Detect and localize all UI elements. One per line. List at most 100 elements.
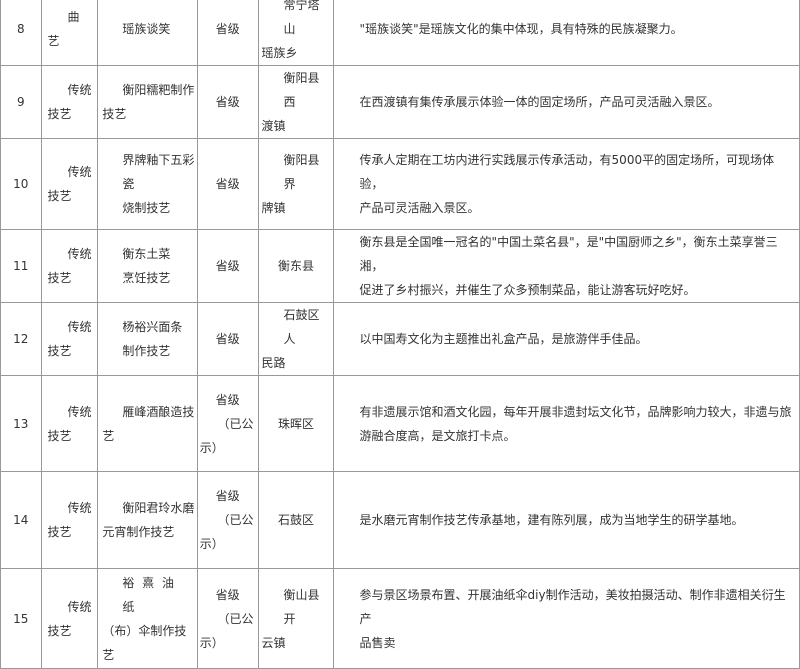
item-name-line-1: 衡阳糯粑制作 [122, 83, 195, 97]
location-line-1: 衡山县开 [283, 587, 320, 626]
description-cell: 衡东县是全国唯一冠名的"中国土菜名县"，是"中国厨师之乡"，衡东土菜享誉三湘， 促… [332, 229, 800, 303]
description-cell: 有非遗展示馆和酒文化园，每年开展非遗封坛文化节，品牌影响力较大，非遗与旅 游融合度… [332, 375, 800, 472]
row-number: 12 [0, 302, 42, 376]
table-row: 12 传统技艺 杨裕兴面条 制作技艺 省级 石鼓区人民路 以中国寿文化为主题推出礼… [0, 302, 800, 376]
item-name-cell: 衡阳君玲水磨元宵制作技艺 [97, 471, 198, 569]
description-line-1: 以中国寿文化为主题推出礼盒产品，是旅游伴手佳品。 [359, 332, 648, 346]
location-line-1: 常宁塔山 [283, 0, 320, 36]
level-line-2: （已公 [217, 513, 254, 527]
level-cell: 省级 （已公 示） [196, 568, 259, 669]
category-cell: 传统技艺 [40, 229, 99, 303]
item-name-line-1: 雁峰酒酿造技 [122, 404, 195, 419]
category-line-2: 技艺 [47, 189, 72, 203]
category-line-2: 技艺 [47, 344, 72, 358]
description-line-2: 游融合度高，是文旅打卡点。 [359, 428, 516, 443]
item-name-line-3: 烧制技艺 [122, 201, 171, 215]
description-line-2: 产品可灵活融入景区。 [359, 201, 480, 215]
table-row: 14 传统技艺 衡阳君玲水磨元宵制作技艺 省级 （已公示） 石鼓区 是水磨元宵制作… [0, 471, 800, 569]
location-line-2: 云镇 [261, 635, 286, 650]
location-cell: 石鼓区人民路 [257, 302, 334, 376]
location-cell: 衡阳县界 牌镇 [257, 138, 334, 230]
level-cell: 省级 [196, 138, 259, 230]
item-name-line-1: 瑶族谈笑 [122, 22, 171, 36]
item-name-cell: 裕 熹 油 纸 （布）伞制作技艺 [97, 568, 198, 669]
category-line-1: 曲 [67, 10, 80, 24]
category-cell: 传统技艺 [40, 471, 99, 569]
item-name-cell: 衡东土菜 烹饪技艺 [97, 229, 198, 303]
category-cell: 传统技艺 [40, 138, 99, 230]
category-line-2: 技艺 [47, 525, 72, 539]
level-line-3: 示） [199, 440, 224, 455]
category-line-1: 传统 [67, 501, 92, 515]
location-cell: 常宁塔山瑶族乡 [257, 0, 334, 66]
category-line-2: 技艺 [47, 271, 72, 285]
item-name-line-1: 界牌釉下五彩 [122, 153, 195, 167]
level-cell: 省级 （已公示） [196, 471, 259, 569]
location-line-2: 渡镇 [261, 119, 286, 133]
description-line-2: 促进了乡村振兴，并催生了众多预制菜品，能让游客玩好吃好。 [359, 283, 696, 297]
description-line-1: "瑶族谈笑"是瑶族文化的集中体现，具有特殊的民族凝聚力。 [359, 22, 683, 36]
table-row: 11 传统 技艺 衡东土菜 烹饪技艺 省级 衡东县 衡东县是全国唯一冠名的"中国土菜… [0, 229, 800, 303]
item-name-line-2: 瓷 [122, 177, 135, 191]
level-line-3: 示） [199, 635, 224, 650]
level-line-3: 示） [199, 537, 224, 551]
description-line-1: 是水磨元宵制作技艺传承基地，建有陈列展，成为当地学生的研学基地。 [359, 513, 744, 527]
item-name-cell: 衡阳糯粑制作 技艺 [97, 65, 198, 139]
item-name-line-1: 杨裕兴面条 [122, 320, 183, 334]
category-cell: 传统 技艺 [40, 568, 99, 669]
category-cell: 传统 技艺 [40, 375, 99, 472]
heritage-table: 8 曲艺 瑶族谈笑 省级 常宁塔山 瑶族乡 "瑶族谈笑"是瑶族文化的集中体现，具有… [0, 0, 800, 669]
description-cell: 在西渡镇有集传承展示体验一体的固定场所，产品可灵活融入景区。 [332, 65, 800, 139]
item-name-cell: 杨裕兴面条 制作技艺 [97, 302, 198, 376]
description-line-1: 有非遗展示馆和酒文化园，每年开展非遗封坛文化节，品牌影响力较大，非遗与旅 [359, 404, 792, 419]
row-number: 9 [0, 65, 42, 139]
row-number: 15 [0, 568, 42, 669]
item-name-cell: 界牌釉下五彩瓷烧制技艺 [97, 138, 198, 230]
description-line-1: 在西渡镇有集传承展示体验一体的固定场所，产品可灵活融入景区。 [359, 95, 720, 109]
category-line-1: 传统 [67, 165, 92, 179]
table-row: 8 曲艺 瑶族谈笑 省级 常宁塔山 瑶族乡 "瑶族谈笑"是瑶族文化的集中体现，具有… [0, 0, 800, 66]
location-line-2: 瑶族乡 [261, 46, 298, 60]
category-cell: 曲艺 [40, 0, 99, 66]
description-line-1: 传承人定期在工坊内进行实践展示传承活动，有5000平的固定场所，可现场体验， [359, 153, 775, 191]
location-line-1: 衡阳县西 [283, 71, 320, 109]
description-cell: 是水磨元宵制作技艺传承基地，建有陈列展，成为当地学生的研学基地。 [332, 471, 800, 569]
row-number: 8 [0, 0, 42, 66]
level-line-1: 省级 [215, 489, 240, 503]
location-cell: 珠晖区 [257, 375, 334, 472]
category-cell: 传统技艺 [40, 65, 99, 139]
item-name-line-2: 艺 [102, 428, 115, 443]
description-line-2: 品售卖 [359, 635, 396, 650]
item-name-line-2: 烹饪技艺 [122, 271, 171, 285]
item-name-line-1: 衡阳君玲水磨 [122, 501, 195, 515]
level-cell: 省级 （已公示） [196, 375, 259, 472]
level-line-1: 省级 [215, 587, 240, 602]
description-cell: 参与景区场景布置、开展油纸伞diy制作活动，美妆拍摄活动、制作非遗相关衍生产品售… [332, 568, 800, 669]
table-row: 10 传统技艺 界牌釉下五彩瓷烧制技艺 省级 衡阳县界 牌镇 传承人定期在工坊内进… [0, 138, 800, 230]
table-row: 13 传统 技艺 雁峰酒酿造技艺 省级 （已公 示） 珠晖区 有非遗展示馆和酒文化园，… [0, 375, 800, 472]
item-name-line-1: 衡东土菜 [122, 247, 171, 261]
location-line-1: 石鼓区人 [283, 308, 320, 346]
description-line-1: 衡东县是全国唯一冠名的"中国土菜名县"，是"中国厨师之乡"，衡东土菜享誉三湘， [359, 235, 778, 273]
table-row: 9 传统技艺 衡阳糯粑制作 技艺 省级 衡阳县西渡镇 在西渡镇有集传承展示体验一体… [0, 65, 800, 139]
category-line-1: 传统 [67, 404, 92, 419]
location-line-2: 民路 [261, 356, 286, 370]
level-line-1: 省级 [215, 392, 240, 407]
item-name-line-2: 元宵制作技艺 [102, 525, 175, 539]
location-cell: 石鼓区 [257, 471, 334, 569]
level-cell: 省级 [196, 229, 259, 303]
category-line-1: 传统 [67, 247, 92, 261]
category-line-1: 传统 [67, 83, 92, 97]
category-line-1: 传统 [67, 320, 92, 334]
item-name-cell: 雁峰酒酿造技艺 [97, 375, 198, 472]
location-line-2: 牌镇 [261, 201, 286, 215]
category-line-2: 技艺 [47, 107, 72, 121]
item-name-line-1: 裕 熹 油 纸 [122, 575, 176, 614]
row-number: 10 [0, 138, 42, 230]
row-number: 11 [0, 229, 42, 303]
level-cell: 省级 [196, 65, 259, 139]
level-cell: 省级 [196, 302, 259, 376]
description-line-1: 参与景区场景布置、开展油纸伞diy制作活动，美妆拍摄活动、制作非遗相关衍生产 [359, 587, 786, 626]
level-line-2: （已公 [217, 416, 254, 431]
row-number: 14 [0, 471, 42, 569]
